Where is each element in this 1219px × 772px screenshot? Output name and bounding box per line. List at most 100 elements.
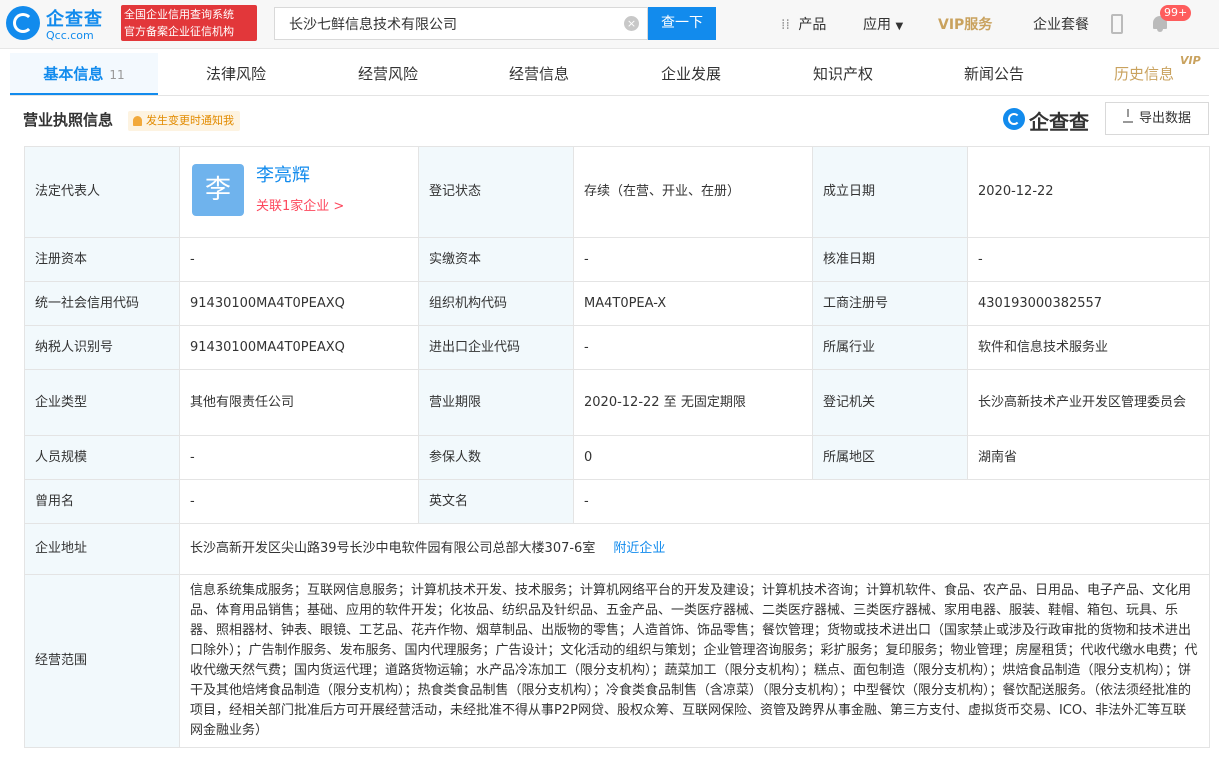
term-value: 2020-12-22 至 无固定期限 bbox=[573, 369, 813, 436]
tax-id-value: 91430100MA4T0PEAXQ bbox=[179, 325, 419, 370]
import-export-value: - bbox=[573, 325, 813, 370]
address-value: 长沙高新开发区尖山路39号长沙中电软件园有限公司总部大楼307-6室 bbox=[190, 541, 596, 556]
qcc-logo[interactable]: 企查查 Qcc.com bbox=[6, 5, 118, 43]
tab-operation-info[interactable]: 经营信息 bbox=[473, 53, 605, 95]
phone-icon[interactable] bbox=[1111, 14, 1123, 34]
table-row: 经营范围 信息系统集成服务；互联网信息服务；计算机技术开发、技术服务；计算机网络… bbox=[24, 574, 1210, 748]
brand-text: 企查查 bbox=[1029, 110, 1089, 134]
badge-line-1: 全国企业信用查询系统 bbox=[124, 8, 234, 21]
bell-icon bbox=[133, 116, 142, 126]
tab-bar: 基本信息 11 法律风险 经营风险 经营信息 企业发展 知识产权 新闻公告 历史信… bbox=[10, 53, 1209, 96]
approved-label: 核准日期 bbox=[812, 237, 968, 282]
qcc-watermark-logo: 企查查 bbox=[1003, 106, 1099, 134]
nav-products[interactable]: ⁞⁞ 产品 bbox=[781, 14, 826, 34]
search-button[interactable]: 查一下 bbox=[648, 7, 716, 40]
table-row: 企业地址 长沙高新开发区尖山路39号长沙中电软件园有限公司总部大楼307-6室 附… bbox=[24, 523, 1210, 575]
import-export-label: 进出口企业代码 bbox=[418, 325, 574, 370]
reg-no-label: 工商注册号 bbox=[812, 281, 968, 326]
section-title: 营业执照信息 bbox=[23, 111, 114, 129]
credit-code-value: 91430100MA4T0PEAXQ bbox=[179, 281, 419, 326]
qcc-logo-icon bbox=[6, 6, 40, 40]
founded-label: 成立日期 bbox=[812, 146, 968, 238]
legal-rep-label: 法定代表人 bbox=[24, 146, 180, 238]
reg-status-value: 存续（在营、开业、在册） bbox=[573, 146, 813, 238]
nav-apps-label: 应用 bbox=[863, 17, 891, 33]
top-header: 企查查 Qcc.com 全国企业信用查询系统 官方备案企业征信机构 × 查一下 … bbox=[0, 0, 1219, 49]
search-box: × bbox=[274, 7, 648, 40]
tab-basic-info[interactable]: 基本信息 11 bbox=[10, 53, 158, 95]
table-row: 法定代表人 李 李亮辉 关联1家企业 > 登记状态 存续（在营、开业、在册） 成… bbox=[24, 146, 1210, 238]
license-table: 法定代表人 李 李亮辉 关联1家企业 > 登记状态 存续（在营、开业、在册） 成… bbox=[24, 146, 1210, 748]
insured-label: 参保人数 bbox=[418, 435, 574, 480]
qcc-logo-icon bbox=[1003, 108, 1025, 130]
table-row: 注册资本 - 实缴资本 - 核准日期 - bbox=[24, 237, 1210, 282]
avatar[interactable]: 李 bbox=[192, 164, 244, 216]
authority-label: 登记机关 bbox=[812, 369, 968, 436]
paid-label: 实缴资本 bbox=[418, 237, 574, 282]
region-value: 湖南省 bbox=[967, 435, 1210, 480]
address-label: 企业地址 bbox=[24, 523, 180, 575]
vip-tag: VIP bbox=[1180, 54, 1201, 67]
clear-icon[interactable]: × bbox=[624, 16, 639, 31]
credit-code-label: 统一社会信用代码 bbox=[24, 281, 180, 326]
legal-rep-name[interactable]: 李亮辉 bbox=[256, 166, 310, 186]
notice-label: 发生变更时通知我 bbox=[146, 114, 234, 127]
export-label: 导出数据 bbox=[1138, 111, 1191, 126]
english-name-value: - bbox=[573, 479, 1210, 524]
search-input[interactable] bbox=[287, 15, 611, 33]
english-name-label: 英文名 bbox=[418, 479, 574, 524]
tab-count: 11 bbox=[109, 68, 125, 82]
table-row: 统一社会信用代码 91430100MA4T0PEAXQ 组织机构代码 MA4T0… bbox=[24, 281, 1210, 326]
tab-news[interactable]: 新闻公告 bbox=[928, 53, 1060, 95]
type-label: 企业类型 bbox=[24, 369, 180, 436]
tab-legal-risk[interactable]: 法律风险 bbox=[170, 53, 302, 95]
download-icon bbox=[1122, 109, 1133, 123]
region-label: 所属地区 bbox=[812, 435, 968, 480]
type-value: 其他有限责任公司 bbox=[179, 369, 419, 436]
staff-value: - bbox=[179, 435, 419, 480]
staff-label: 人员规模 bbox=[24, 435, 180, 480]
table-row: 企业类型 其他有限责任公司 营业期限 2020-12-22 至 无固定期限 登记… bbox=[24, 369, 1210, 436]
industry-value: 软件和信息技术服务业 bbox=[967, 325, 1210, 370]
insured-value: 0 bbox=[573, 435, 813, 480]
logo-text: 企查查 bbox=[46, 9, 103, 30]
change-notify-button[interactable]: 发生变更时通知我 bbox=[128, 111, 240, 131]
reg-status-label: 登记状态 bbox=[418, 146, 574, 238]
table-row: 曾用名 - 英文名 - bbox=[24, 479, 1210, 524]
tab-ip[interactable]: 知识产权 bbox=[777, 53, 909, 95]
nav-package[interactable]: 企业套餐 bbox=[1033, 14, 1089, 34]
capital-value: - bbox=[179, 237, 419, 282]
reg-no-value: 430193000382557 bbox=[967, 281, 1210, 326]
tab-operation-risk[interactable]: 经营风险 bbox=[322, 53, 454, 95]
scope-value: 信息系统集成服务；互联网信息服务；计算机技术开发、技术服务；计算机网络平台的开发… bbox=[179, 574, 1210, 748]
term-label: 营业期限 bbox=[418, 369, 574, 436]
nav-products-label: 产品 bbox=[798, 17, 827, 33]
org-code-value: MA4T0PEA-X bbox=[573, 281, 813, 326]
nav-vip[interactable]: VIP服务 bbox=[938, 14, 992, 34]
table-row: 人员规模 - 参保人数 0 所属地区 湖南省 bbox=[24, 435, 1210, 480]
capital-label: 注册资本 bbox=[24, 237, 180, 282]
notification-count: 99+ bbox=[1160, 5, 1192, 21]
related-companies-link[interactable]: 关联1家企业 > bbox=[256, 197, 344, 217]
address-cell: 长沙高新开发区尖山路39号长沙中电软件园有限公司总部大楼307-6室 附近企业 bbox=[179, 523, 1210, 575]
tab-development[interactable]: 企业发展 bbox=[625, 53, 757, 95]
former-name-label: 曾用名 bbox=[24, 479, 180, 524]
nearby-companies-link[interactable]: 附近企业 bbox=[613, 541, 665, 556]
former-name-value: - bbox=[179, 479, 419, 524]
industry-label: 所属行业 bbox=[812, 325, 968, 370]
tab-label: 基本信息 bbox=[43, 65, 104, 83]
official-badge: 全国企业信用查询系统 官方备案企业征信机构 bbox=[121, 5, 257, 41]
nav-apps[interactable]: 应用 ▼ bbox=[863, 14, 903, 34]
org-code-label: 组织机构代码 bbox=[418, 281, 574, 326]
approved-value: - bbox=[967, 237, 1210, 282]
badge-line-2: 官方备案企业征信机构 bbox=[124, 25, 234, 38]
legal-rep-cell: 李 李亮辉 关联1家企业 > bbox=[179, 146, 419, 238]
scope-label: 经营范围 bbox=[24, 574, 180, 748]
founded-value: 2020-12-22 bbox=[967, 146, 1210, 238]
export-button[interactable]: 导出数据 bbox=[1105, 102, 1209, 135]
caret-down-icon: ▼ bbox=[895, 21, 904, 32]
tax-id-label: 纳税人识别号 bbox=[24, 325, 180, 370]
paid-value: - bbox=[573, 237, 813, 282]
grid-icon: ⁞⁞ bbox=[781, 17, 790, 33]
logo-domain: Qcc.com bbox=[46, 29, 94, 42]
